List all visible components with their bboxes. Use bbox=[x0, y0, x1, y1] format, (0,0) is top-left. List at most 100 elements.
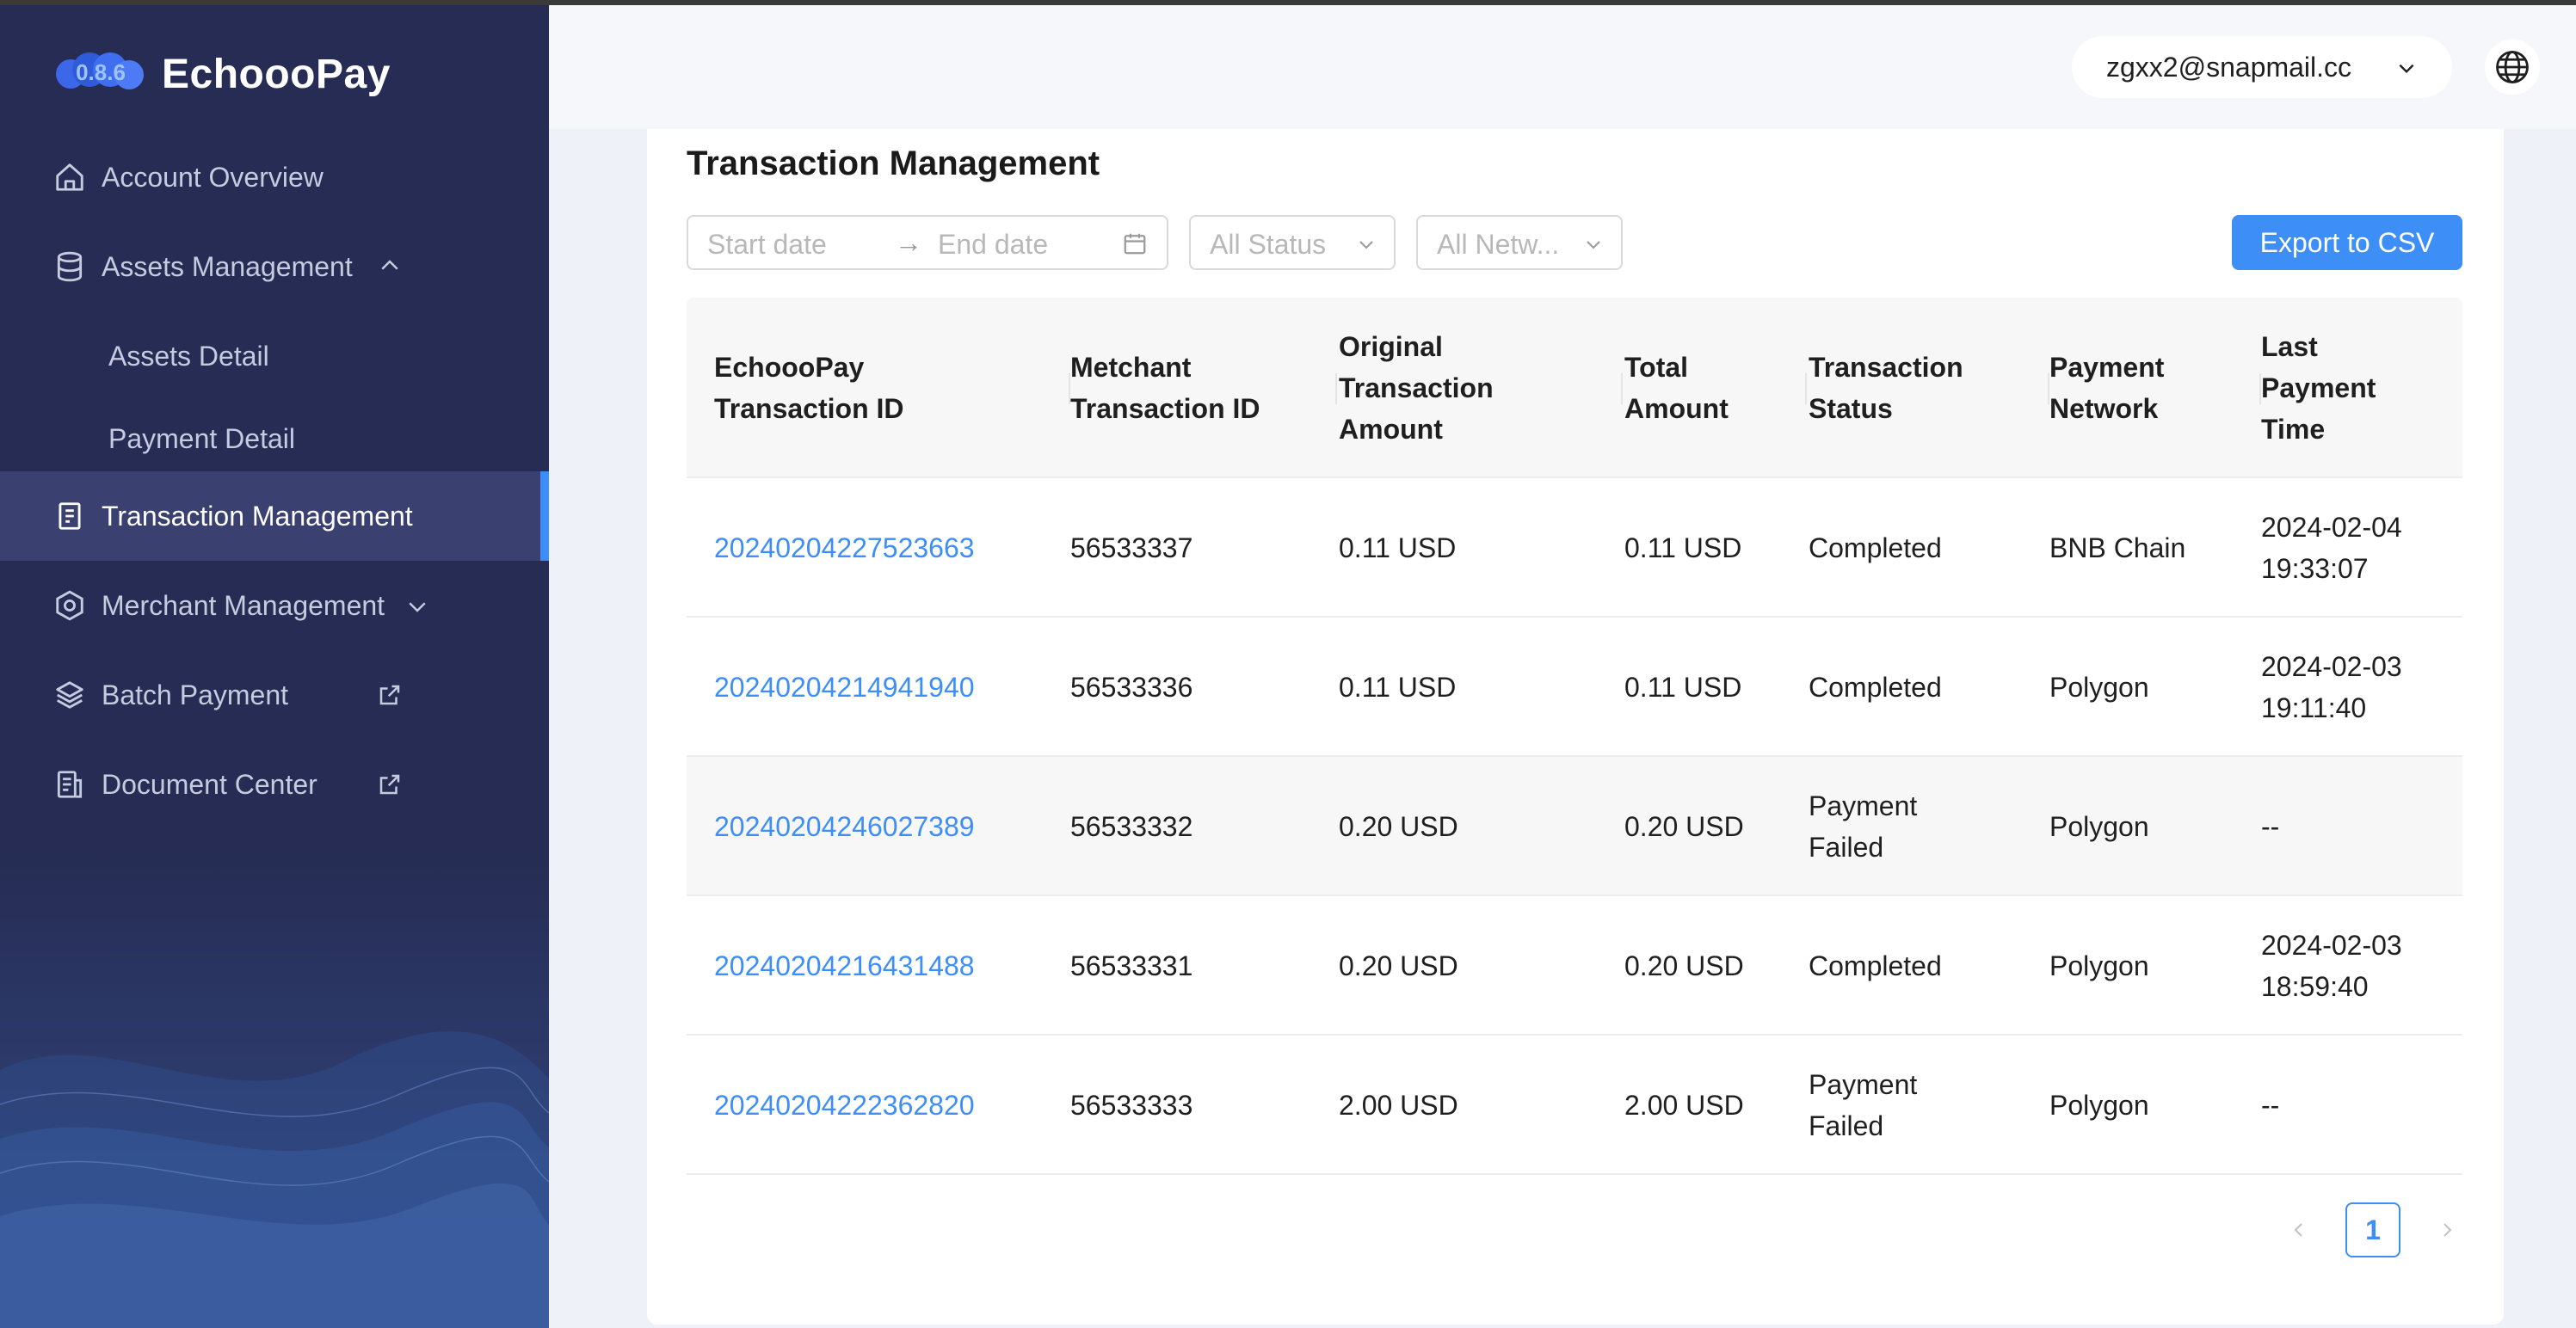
date-range-picker[interactable]: Start date → End date bbox=[687, 215, 1168, 270]
sidebar-item-label: Merchant Management bbox=[102, 589, 385, 621]
export-csv-button[interactable]: Export to CSV bbox=[2232, 215, 2462, 270]
original-amount: 0.11 USD bbox=[1339, 672, 1457, 703]
payment-network: Polygon bbox=[2049, 811, 2149, 842]
column-header-original-amount[interactable]: Original Transaction Amount bbox=[1339, 298, 1623, 478]
payment-network: BNB Chain bbox=[2049, 532, 2186, 563]
column-header-label: Original Transaction Amount bbox=[1339, 331, 1494, 445]
column-header-last-payment-time[interactable]: Last Payment Time bbox=[2261, 298, 2450, 478]
merchant-transaction-id: 56533336 bbox=[1070, 672, 1193, 703]
merchant-transaction-id: 56533333 bbox=[1070, 1090, 1193, 1121]
payment-network: Polygon bbox=[2049, 950, 2149, 981]
table-row: 20240204222362820 56533333 2.00 USD 2.00… bbox=[687, 1036, 2462, 1175]
end-date-input[interactable]: End date bbox=[938, 229, 1048, 261]
table-row: 20240204214941940 56533336 0.11 USD 0.11… bbox=[687, 618, 2462, 757]
column-header-label: Total Amount bbox=[1624, 352, 1729, 424]
layers-icon bbox=[56, 681, 83, 709]
status-select-placeholder: All Status bbox=[1210, 229, 1327, 260]
column-header-label: EchoooPay Transaction ID bbox=[714, 352, 904, 424]
transaction-status: Completed bbox=[1809, 532, 1942, 563]
chevron-down-icon bbox=[1587, 241, 1600, 249]
merchant-transaction-id: 56533337 bbox=[1070, 532, 1193, 563]
chevron-down-icon bbox=[1359, 241, 1373, 249]
sidebar-item-payment-detail[interactable]: Payment Detail bbox=[0, 394, 549, 483]
transaction-id-link[interactable]: 20240204246027389 bbox=[714, 757, 1041, 896]
sidebar-item-assets-management[interactable]: Assets Management bbox=[0, 222, 549, 311]
total-amount: 0.20 USD bbox=[1624, 950, 1744, 981]
column-header-echooopay-transaction-id[interactable]: EchoooPay Transaction ID bbox=[714, 298, 1070, 478]
database-icon bbox=[57, 251, 83, 282]
sidebar: 0.8.6 EchoooPay Account Overview Assets … bbox=[0, 5, 549, 1328]
user-account-dropdown[interactable]: zgxx2@snapmail.cc bbox=[2072, 36, 2452, 98]
payment-network: Polygon bbox=[2049, 672, 2149, 703]
settings-hex-icon bbox=[56, 590, 83, 621]
column-header-merchant-transaction-id[interactable]: Metchant Transaction ID bbox=[1070, 298, 1337, 478]
transaction-id-link[interactable]: 20240204227523663 bbox=[714, 478, 1041, 618]
sidebar-item-transaction-management[interactable]: Transaction Management bbox=[0, 471, 549, 561]
column-header-transaction-status[interactable]: Transaction Status bbox=[1809, 298, 2049, 478]
transaction-id-link[interactable]: 20240204214941940 bbox=[714, 618, 1041, 757]
calendar-icon bbox=[1124, 233, 1146, 255]
column-header-total-amount[interactable]: Total Amount bbox=[1624, 298, 1807, 478]
external-link-icon bbox=[379, 685, 400, 705]
last-payment-time: -- bbox=[2261, 1090, 2280, 1121]
chevron-up-icon bbox=[381, 260, 398, 270]
next-page-button[interactable] bbox=[2419, 1202, 2474, 1257]
window-top-edge bbox=[0, 0, 2576, 5]
chevron-right-icon bbox=[2444, 1223, 2452, 1237]
transaction-id-link[interactable]: 20240204216431488 bbox=[714, 896, 1041, 1036]
echooopay-logo-icon: 0.8.6 bbox=[56, 52, 144, 89]
file-list-icon bbox=[57, 771, 83, 798]
sidebar-item-document-center[interactable]: Document Center bbox=[0, 740, 549, 829]
decorative-wave-background bbox=[0, 846, 549, 1328]
chevron-left-icon bbox=[2294, 1223, 2302, 1237]
transactions-table: EchoooPay Transaction ID Metchant Transa… bbox=[687, 298, 2462, 1175]
last-payment-time: 2024-02-03 18:59:40 bbox=[2261, 930, 2402, 1002]
total-amount: 2.00 USD bbox=[1624, 1090, 1744, 1121]
last-payment-time: -- bbox=[2261, 811, 2280, 842]
transaction-status: Completed bbox=[1809, 950, 1942, 981]
original-amount: 0.11 USD bbox=[1339, 532, 1457, 563]
sidebar-item-account-overview[interactable]: Account Overview bbox=[0, 132, 549, 222]
sidebar-item-merchant-management[interactable]: Merchant Management bbox=[0, 561, 549, 650]
original-amount: 0.20 USD bbox=[1339, 811, 1458, 842]
last-payment-time: 2024-02-03 19:11:40 bbox=[2261, 651, 2402, 723]
network-select[interactable]: All Netw... bbox=[1416, 215, 1623, 270]
sidebar-item-assets-detail[interactable]: Assets Detail bbox=[0, 311, 549, 401]
last-payment-time: 2024-02-04 19:33:07 bbox=[2261, 512, 2402, 584]
table-row: 20240204246027389 56533332 0.20 USD 0.20… bbox=[687, 757, 2462, 896]
status-select[interactable]: All Status bbox=[1189, 215, 1396, 270]
user-email: zgxx2@snapmail.cc bbox=[2106, 51, 2352, 83]
transaction-id-link[interactable]: 20240204222362820 bbox=[714, 1036, 1041, 1175]
brand[interactable]: 0.8.6 EchoooPay bbox=[53, 40, 391, 108]
date-range-arrow: → bbox=[895, 227, 922, 258]
app-name: EchoooPay bbox=[162, 51, 391, 97]
column-header-payment-network[interactable]: Payment Network bbox=[2049, 298, 2261, 478]
column-header-label: Payment Network bbox=[2049, 352, 2165, 424]
total-amount: 0.20 USD bbox=[1624, 811, 1744, 842]
column-header-label: Transaction Status bbox=[1809, 352, 1963, 424]
previous-page-button[interactable] bbox=[2271, 1202, 2326, 1257]
column-header-label: Metchant Transaction ID bbox=[1070, 352, 1260, 424]
chevron-down-icon bbox=[2399, 64, 2414, 74]
language-button[interactable] bbox=[2485, 40, 2540, 95]
document-icon bbox=[59, 502, 81, 530]
sidebar-item-batch-payment[interactable]: Batch Payment bbox=[0, 650, 549, 740]
total-amount: 0.11 USD bbox=[1624, 532, 1742, 563]
top-header: zgxx2@snapmail.cc bbox=[549, 5, 2576, 129]
chevron-down-icon bbox=[409, 602, 426, 612]
original-amount: 2.00 USD bbox=[1339, 1090, 1458, 1121]
home-icon bbox=[56, 163, 83, 191]
sidebar-item-label: Batch Payment bbox=[102, 679, 288, 710]
pagination: 1 bbox=[2271, 1202, 2474, 1257]
merchant-transaction-id: 56533331 bbox=[1070, 950, 1193, 981]
network-select-placeholder: All Netw... bbox=[1437, 229, 1560, 260]
sidebar-item-label: Transaction Management bbox=[102, 500, 413, 532]
transaction-management-card: Transaction Management Start date → End … bbox=[647, 129, 2504, 1325]
page-number-current[interactable]: 1 bbox=[2345, 1202, 2400, 1257]
transaction-status: Completed bbox=[1809, 672, 1942, 703]
total-amount: 0.11 USD bbox=[1624, 672, 1742, 703]
original-amount: 0.20 USD bbox=[1339, 950, 1458, 981]
table-row: 20240204227523663 56533337 0.11 USD 0.11… bbox=[687, 478, 2462, 618]
transaction-status: Payment Failed bbox=[1809, 790, 1918, 863]
start-date-input[interactable]: Start date bbox=[707, 229, 827, 261]
